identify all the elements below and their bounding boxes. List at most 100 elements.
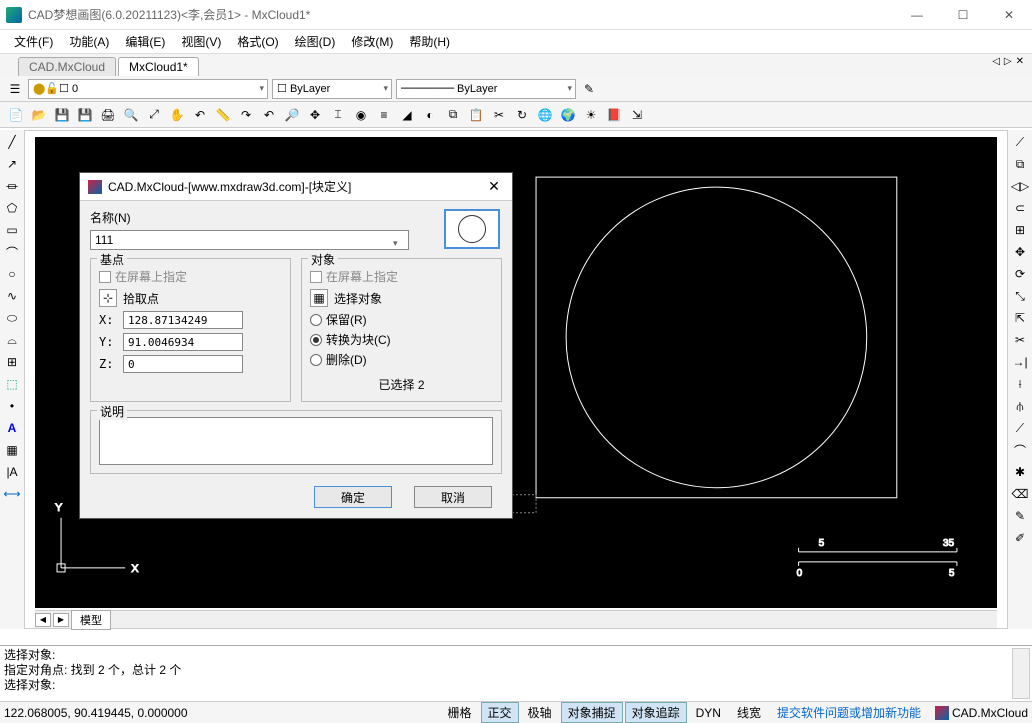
mtext-icon[interactable]: |A [2,462,22,482]
menu-file[interactable]: 文件(F) [8,31,59,52]
break-icon[interactable]: ⟊ [1010,374,1030,394]
tab-cloud[interactable]: CAD.MxCloud [18,57,116,76]
zoom-prev-icon[interactable]: ↶ [190,105,210,125]
paste-icon[interactable]: 📋 [466,105,486,125]
status-osnap[interactable]: 对象捕捉 [561,702,623,723]
z-input[interactable] [123,355,243,373]
offset-icon[interactable]: ⊂ [1010,198,1030,218]
color-combo[interactable]: ☐ ByLayer▾ [272,79,392,99]
x-input[interactable] [123,311,243,329]
layer-combo[interactable]: ⬤🔓☐ 0▾ [28,79,268,99]
menu-function[interactable]: 功能(A) [63,31,115,52]
polyline-icon[interactable]: ⏛ [2,176,22,196]
name-dropdown-icon[interactable]: ▾ [393,238,398,248]
print-icon[interactable]: 🖨 [98,105,118,125]
join-icon[interactable]: ⫛ [1010,396,1030,416]
fillet-icon[interactable]: ⌒ [1010,440,1030,460]
undo-icon[interactable]: ↶ [259,105,279,125]
sun-icon[interactable]: ☀ [581,105,601,125]
retain-radio[interactable]: 保留(R) [310,311,493,328]
menu-help[interactable]: 帮助(H) [403,31,456,52]
arc-icon[interactable]: ⌒ [2,242,22,262]
edit2-icon[interactable]: ✐ [1010,528,1030,548]
chamfer-icon[interactable]: ⟋ [1010,418,1030,438]
spline-icon[interactable]: ∿ [2,286,22,306]
brush-icon[interactable]: ✎ [580,80,598,98]
status-dyn[interactable]: DYN [689,704,728,722]
extend-icon[interactable]: →| [1010,352,1030,372]
copy-icon[interactable]: ⧉ [443,105,463,125]
zoom-window-icon[interactable]: 🔍 [121,105,141,125]
base-onscreen-check[interactable]: 在屏幕上指定 [99,268,282,285]
status-feedback-link[interactable]: 提交软件问题或增加新功能 [770,702,928,723]
cancel-button[interactable]: 取消 [414,486,492,508]
menu-format[interactable]: 格式(O) [231,31,284,52]
linetype-combo[interactable]: ──────── ByLayer▾ [396,79,576,99]
mirror-icon[interactable]: ◁▷ [1010,176,1030,196]
status-otrack[interactable]: 对象追踪 [625,702,687,723]
status-polar[interactable]: 极轴 [521,702,559,723]
erase-icon[interactable]: ⌶ [328,105,348,125]
saveas-icon[interactable]: 💾 [75,105,95,125]
insert-block-icon[interactable]: ⊞ [2,352,22,372]
convert-radio[interactable]: 转换为块(C) [310,331,493,348]
make-block-icon[interactable]: ⬚ [2,374,22,394]
highlight-icon[interactable]: ◢ [397,105,417,125]
stretch-icon[interactable]: ⇱ [1010,308,1030,328]
menu-draw[interactable]: 绘图(D) [289,31,342,52]
earth-icon[interactable]: 🌐 [535,105,555,125]
open-icon[interactable]: 📂 [29,105,49,125]
export-icon[interactable]: ⇲ [627,105,647,125]
status-grid[interactable]: 栅格 [441,702,479,723]
line-icon[interactable]: ╱ [2,132,22,152]
zoom-icon[interactable]: 🔎 [282,105,302,125]
pan-icon[interactable]: ✋ [167,105,187,125]
tab-nav[interactable]: ◁▷✕ [992,56,1024,67]
dimension-icon[interactable]: ⟷ [2,484,22,504]
command-line[interactable]: 选择对象: 指定对角点: 找到 2 个，总计 2 个 选择对象: [0,645,1032,701]
status-lw[interactable]: 线宽 [730,702,768,723]
model-tab[interactable]: 模型 [71,610,111,630]
scale-icon[interactable]: ⤡ [1010,286,1030,306]
obj-onscreen-check[interactable]: 在屏幕上指定 [310,268,493,285]
pdf-icon[interactable]: 📕 [604,105,624,125]
rotate-icon[interactable]: ⟳ [1010,264,1030,284]
move2-icon[interactable]: ✥ [1010,242,1030,262]
dialog-close-button[interactable]: ✕ [484,178,504,195]
rectangle-icon[interactable]: ▭ [2,220,22,240]
minimize-button[interactable]: — [894,0,940,30]
move-icon[interactable]: ✥ [305,105,325,125]
ray-icon[interactable]: ↗ [2,154,22,174]
cut-icon[interactable]: ✂ [489,105,509,125]
edit-icon[interactable]: ✎ [1010,506,1030,526]
hatch-icon[interactable]: ▦ [2,440,22,460]
modify-icon-1[interactable]: ⟋ [1010,132,1030,152]
circle-icon[interactable]: ○ [2,264,22,284]
ok-button[interactable]: 确定 [314,486,392,508]
block-name-input[interactable] [90,230,409,250]
refresh-icon[interactable]: ↻ [512,105,532,125]
point-icon[interactable]: • [2,396,22,416]
zoom-extents-icon[interactable]: ⤢ [144,105,164,125]
new-icon[interactable]: 📄 [6,105,26,125]
erase2-icon[interactable]: ⌫ [1010,484,1030,504]
pickpoint-icon[interactable]: ⊹ [99,289,117,307]
properties-icon[interactable]: ≡ [374,105,394,125]
tab-next-icon[interactable]: ▶ [53,613,69,627]
layer-toggle-icon[interactable]: ◐ [420,105,440,125]
trim-icon[interactable]: ✂ [1010,330,1030,350]
ellipse-icon[interactable]: ⬭ [2,308,22,328]
array-icon[interactable]: ⊞ [1010,220,1030,240]
layers-icon[interactable]: ☰ [6,80,24,98]
menu-view[interactable]: 视图(V) [175,31,227,52]
cmd-scrollbar[interactable] [1012,648,1030,699]
status-ortho[interactable]: 正交 [481,702,519,723]
selectobj-icon[interactable]: ▦ [310,289,328,307]
y-input[interactable] [123,333,243,351]
redo-icon[interactable]: ↷ [236,105,256,125]
measure-icon[interactable]: 📏 [213,105,233,125]
tab-prev-icon[interactable]: ◀ [35,613,51,627]
menu-modify[interactable]: 修改(M) [345,31,399,52]
dialog-titlebar[interactable]: CAD.MxCloud-[www.mxdraw3d.com]-[块定义] ✕ [80,173,512,201]
description-input[interactable] [99,417,493,465]
